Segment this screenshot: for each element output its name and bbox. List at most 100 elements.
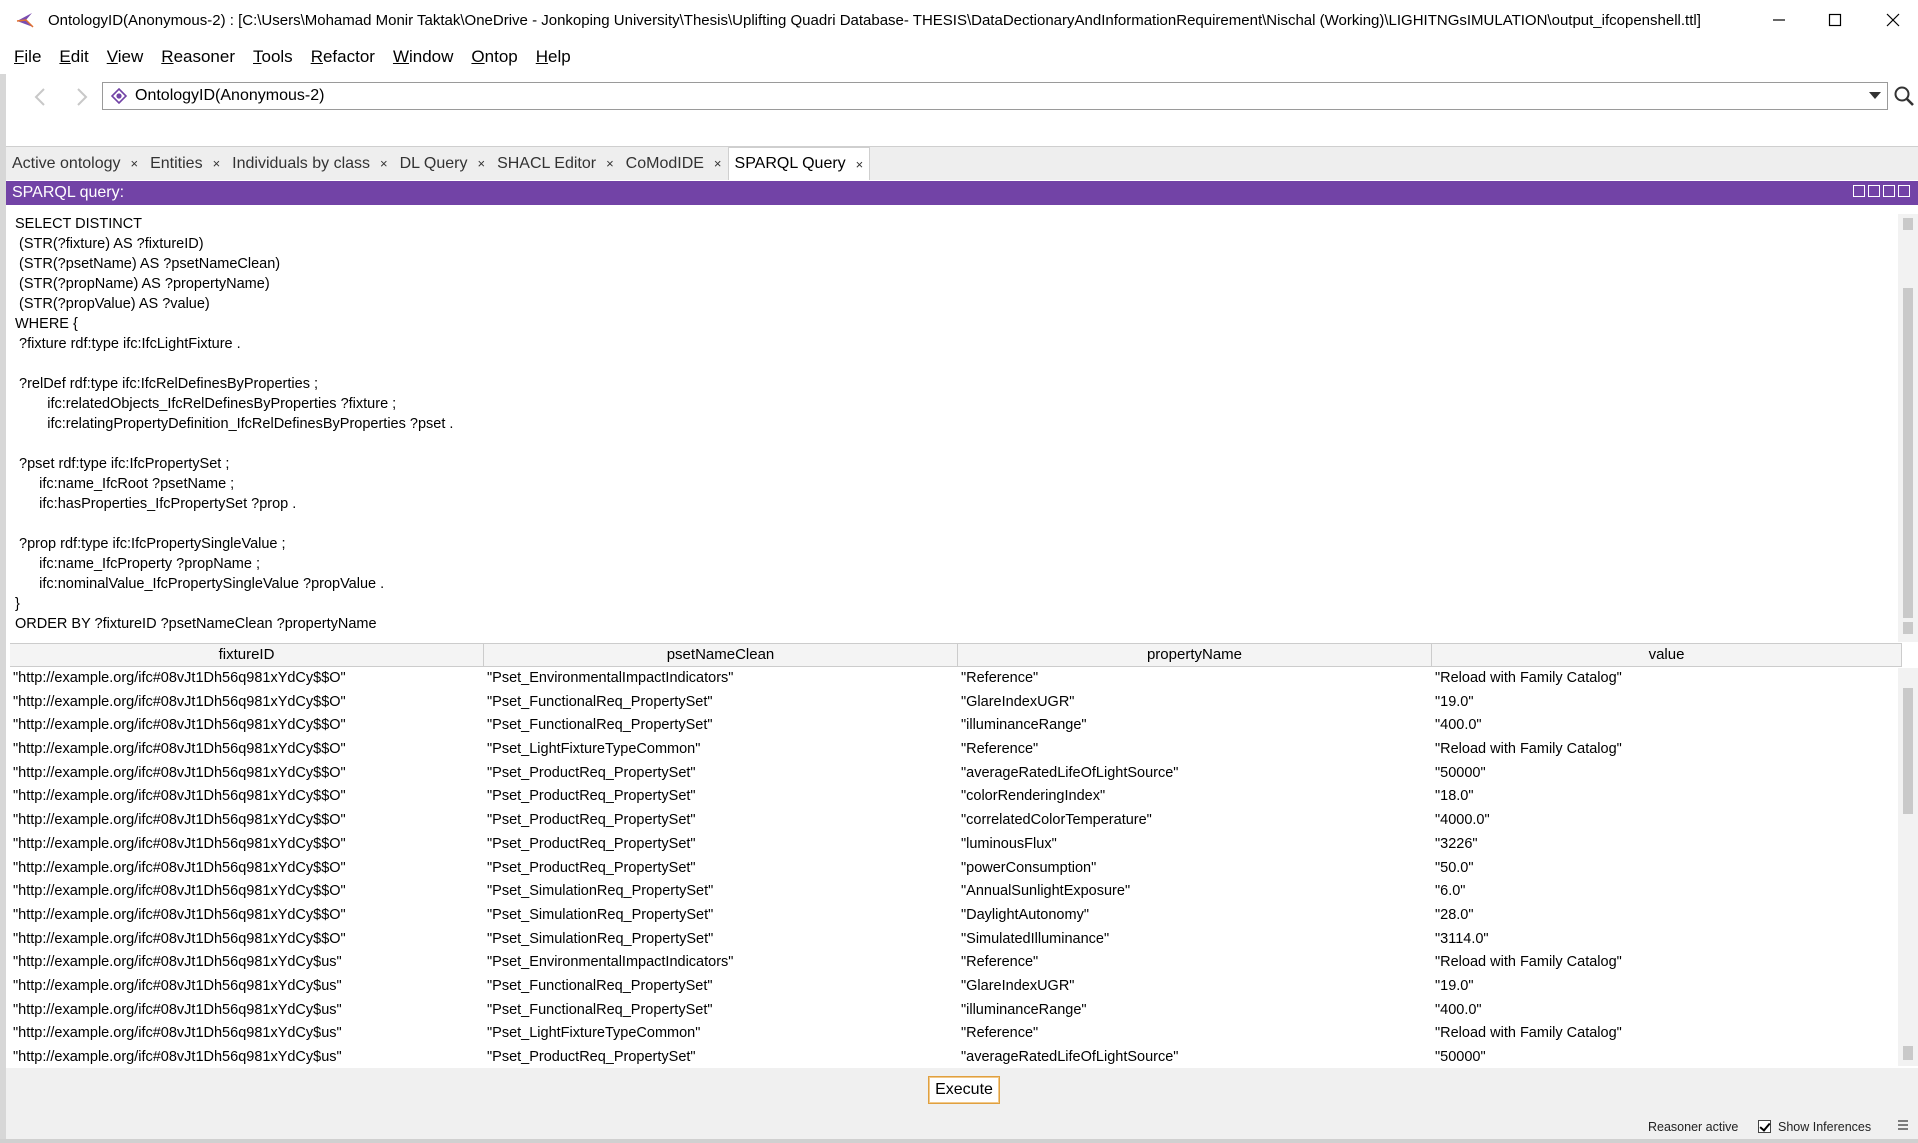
tab-close-icon[interactable]: × <box>131 156 139 171</box>
table-row[interactable]: "http://example.org/ifc#08vJt1Dh56q981xY… <box>10 999 1902 1023</box>
column-header-fixtureid[interactable]: fixtureID <box>10 644 484 666</box>
table-row[interactable]: "http://example.org/ifc#08vJt1Dh56q981xY… <box>10 762 1902 786</box>
tab-close-icon[interactable]: × <box>856 157 864 172</box>
menu-window[interactable]: Window <box>393 47 453 67</box>
menu-label: elp <box>548 47 571 66</box>
table-cell-psetnameclean: "Pset_ProductReq_PropertySet" <box>487 835 696 852</box>
table-cell-fixtureid: "http://example.org/ifc#08vJt1Dh56q981xY… <box>13 906 346 923</box>
table-row[interactable]: "http://example.org/ifc#08vJt1Dh56q981xY… <box>10 785 1902 809</box>
table-row[interactable]: "http://example.org/ifc#08vJt1Dh56q981xY… <box>10 667 1902 691</box>
tab-entities[interactable]: Entities × <box>144 147 226 180</box>
tab-shacl-editor[interactable]: SHACL Editor × <box>491 147 620 180</box>
chevron-down-icon[interactable] <box>1869 92 1881 99</box>
table-cell-value: "Reload with Family Catalog" <box>1435 741 1622 758</box>
maximize-button[interactable] <box>1806 0 1864 40</box>
menu-grip-icon[interactable] <box>1896 1118 1910 1134</box>
tab-bar: Active ontology × Entities × Individuals by … <box>6 146 1918 180</box>
table-cell-fixtureid: "http://example.org/ifc#08vJt1Dh56q981xY… <box>13 1049 342 1065</box>
scroll-down-arrow[interactable] <box>1903 1046 1913 1060</box>
menu-edit[interactable]: Edit <box>59 47 88 67</box>
menu-refactor[interactable]: Refactor <box>311 47 375 67</box>
menu-mnemonic: T <box>253 47 262 66</box>
menu-file[interactable]: File <box>14 47 41 67</box>
tab-close-icon[interactable]: × <box>380 156 388 171</box>
query-line <box>8 514 1896 534</box>
menu-view[interactable]: View <box>107 47 144 67</box>
table-row[interactable]: "http://example.org/ifc#08vJt1Dh56q981xY… <box>10 1046 1902 1067</box>
scroll-up-arrow[interactable] <box>1903 218 1913 230</box>
table-row[interactable]: "http://example.org/ifc#08vJt1Dh56q981xY… <box>10 1022 1902 1046</box>
table-cell-value: "19.0" <box>1435 977 1474 994</box>
tab-dl-query[interactable]: DL Query × <box>394 147 491 180</box>
results-body: "http://example.org/ifc#08vJt1Dh56q981xY… <box>10 667 1902 1067</box>
maximize-icon <box>1828 13 1842 27</box>
ontology-selector[interactable]: OntologyID(Anonymous-2) <box>102 82 1888 110</box>
results-scrollbar[interactable] <box>1898 668 1918 1066</box>
forward-arrow-icon[interactable] <box>68 84 94 110</box>
table-cell-value: "6.0" <box>1435 883 1466 900</box>
table-cell-psetnameclean: "Pset_EnvironmentalImpactIndicators" <box>487 954 734 971</box>
query-line <box>8 434 1896 454</box>
tab-active-ontology[interactable]: Active ontology × <box>6 147 144 180</box>
protege-icon <box>16 13 34 28</box>
tab-comodide[interactable]: CoModIDE × <box>620 147 728 180</box>
menu-tools[interactable]: Tools <box>253 47 293 67</box>
table-row[interactable]: "http://example.org/ifc#08vJt1Dh56q981xY… <box>10 904 1902 928</box>
minimize-view-icon[interactable] <box>1868 185 1880 197</box>
table-cell-propertyname: "colorRenderingIndex" <box>961 788 1106 805</box>
table-row[interactable]: "http://example.org/ifc#08vJt1Dh56q981xY… <box>10 928 1902 952</box>
column-header-value[interactable]: value <box>1432 644 1902 666</box>
table-cell-value: "4000.0" <box>1435 812 1490 829</box>
table-cell-fixtureid: "http://example.org/ifc#08vJt1Dh56q981xY… <box>13 812 346 829</box>
table-row[interactable]: "http://example.org/ifc#08vJt1Dh56q981xY… <box>10 975 1902 999</box>
float-view-icon[interactable] <box>1883 185 1895 197</box>
table-cell-psetnameclean: "Pset_ProductReq_PropertySet" <box>487 812 696 829</box>
table-cell-psetnameclean: "Pset_FunctionalReq_PropertySet" <box>487 977 713 994</box>
scroll-down-arrow[interactable] <box>1903 622 1913 634</box>
column-header-propertyname[interactable]: propertyName <box>958 644 1432 666</box>
split-view-icon[interactable] <box>1853 185 1865 197</box>
table-cell-fixtureid: "http://example.org/ifc#08vJt1Dh56q981xY… <box>13 1025 342 1042</box>
show-inferences-checkbox[interactable] <box>1758 1120 1771 1133</box>
menu-reasoner[interactable]: Reasoner <box>161 47 235 67</box>
minimize-button[interactable] <box>1750 0 1808 40</box>
close-window-button[interactable] <box>1864 0 1918 40</box>
execute-button[interactable]: Execute <box>928 1076 1000 1104</box>
tab-close-icon[interactable]: × <box>606 156 614 171</box>
table-row[interactable]: "http://example.org/ifc#08vJt1Dh56q981xY… <box>10 880 1902 904</box>
editor-scrollbar[interactable] <box>1898 214 1918 642</box>
tab-close-icon[interactable]: × <box>477 156 485 171</box>
results-scroll-thumb[interactable] <box>1903 688 1913 814</box>
close-view-icon[interactable] <box>1898 185 1910 197</box>
search-icon[interactable] <box>1892 84 1916 108</box>
tab-close-icon[interactable]: × <box>714 156 722 171</box>
back-arrow-icon[interactable] <box>28 84 54 110</box>
sparql-query-editor[interactable]: SELECT DISTINCT (STR(?fixture) AS ?fixtu… <box>8 214 1896 640</box>
menu-mnemonic: O <box>471 47 485 66</box>
query-line: ifc:relatedObjects_IfcRelDefinesByProper… <box>15 396 397 412</box>
tab-individuals-by-class[interactable]: Individuals by class × <box>226 147 393 180</box>
menu-ontop[interactable]: Ontop <box>471 47 517 67</box>
table-row[interactable]: "http://example.org/ifc#08vJt1Dh56q981xY… <box>10 857 1902 881</box>
query-line: ifc:relatingPropertyDefinition_IfcRelDef… <box>15 416 454 432</box>
table-row[interactable]: "http://example.org/ifc#08vJt1Dh56q981xY… <box>10 714 1902 738</box>
table-row[interactable]: "http://example.org/ifc#08vJt1Dh56q981xY… <box>10 951 1902 975</box>
table-cell-propertyname: "SimulatedIlluminance" <box>961 930 1110 947</box>
tab-close-icon[interactable]: × <box>213 156 221 171</box>
menu-bar: File Edit View Reasoner Tools Refactor Window O… <box>0 40 1918 74</box>
editor-scroll-thumb[interactable] <box>1903 288 1913 618</box>
menu-help[interactable]: Help <box>536 47 571 67</box>
query-line: } <box>15 596 20 612</box>
table-row[interactable]: "http://example.org/ifc#08vJt1Dh56q981xY… <box>10 833 1902 857</box>
table-cell-propertyname: "GlareIndexUGR" <box>961 693 1075 710</box>
table-cell-psetnameclean: "Pset_ProductReq_PropertySet" <box>487 788 696 805</box>
tab-sparql-query[interactable]: SPARQL Query × <box>727 147 871 180</box>
column-header-psetnameclean[interactable]: psetNameClean <box>484 644 958 666</box>
table-row[interactable]: "http://example.org/ifc#08vJt1Dh56q981xY… <box>10 809 1902 833</box>
menu-label: iew <box>117 47 144 66</box>
title-bar: OntologyID(Anonymous-2) : [C:\Users\Moha… <box>0 0 1918 40</box>
table-row[interactable]: "http://example.org/ifc#08vJt1Dh56q981xY… <box>10 691 1902 715</box>
table-cell-propertyname: "correlatedColorTemperature" <box>961 812 1152 829</box>
table-row[interactable]: "http://example.org/ifc#08vJt1Dh56q981xY… <box>10 738 1902 762</box>
tab-label: SPARQL Query <box>734 155 846 172</box>
